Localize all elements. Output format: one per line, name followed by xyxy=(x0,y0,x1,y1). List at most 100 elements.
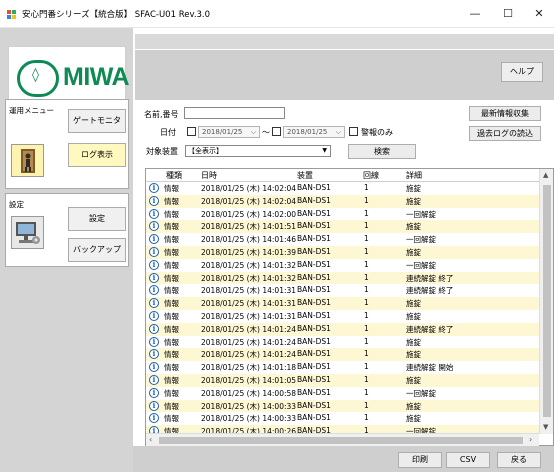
scroll-left-icon[interactable]: ‹ xyxy=(149,435,152,444)
row-datetime: 2018/01/25 (木) 14:01:32 xyxy=(201,273,297,283)
row-datetime: 2018/01/25 (木) 14:01:31 xyxy=(201,311,297,321)
row-device: BAN-DS1 xyxy=(297,285,331,295)
table-row[interactable]: i 情報 2018/01/25 (木) 14:00:26 BAN-DS1 1 一回解錠 xyxy=(146,425,539,433)
row-line: 1 xyxy=(364,426,369,433)
operation-menu-panel: 運用メニュー ゲートモニタ ログ表示 xyxy=(5,99,129,189)
door-person-icon xyxy=(11,144,44,177)
table-row[interactable]: i 情報 2018/01/25 (木) 14:02:00 BAN-DS1 1 一回解錠 xyxy=(146,208,539,221)
row-type: 情報 xyxy=(164,196,179,206)
table-row[interactable]: i 情報 2018/01/25 (木) 14:01:18 BAN-DS1 1 連続解錠 開… xyxy=(146,361,539,374)
alarm-only-checkbox[interactable] xyxy=(349,127,358,136)
gate-monitor-button[interactable]: ゲートモニタ xyxy=(68,109,126,133)
row-detail: 施錠 xyxy=(406,337,421,347)
row-line: 1 xyxy=(364,349,369,359)
scroll-right-icon[interactable]: › xyxy=(529,435,532,444)
left-sidebar: ◊ MIWA 運用メニュー ゲートモニタ ログ表示 設定 設定 バックアップ xyxy=(0,28,133,472)
row-detail: 施錠 xyxy=(406,247,421,257)
row-detail: 施錠 xyxy=(406,350,421,360)
alarm-only-label: 警報のみ xyxy=(361,128,393,137)
back-button[interactable]: 戻る xyxy=(497,452,541,468)
row-type: 情報 xyxy=(164,414,179,424)
row-datetime: 2018/01/25 (木) 14:01:32 xyxy=(201,260,297,270)
log-view-button[interactable]: ログ表示 xyxy=(68,143,126,167)
date-from-checkbox[interactable] xyxy=(187,127,196,136)
row-line: 1 xyxy=(364,272,369,282)
latest-info-button[interactable]: 最新情報収集 xyxy=(469,106,541,121)
info-icon: i xyxy=(149,272,159,283)
column-line[interactable]: 回線 xyxy=(363,170,379,181)
vertical-scroll-thumb[interactable] xyxy=(543,185,551,417)
table-body: i 情報 2018/01/25 (木) 14:02:04 BAN-DS1 1 施錠 i 情報 2… xyxy=(146,182,539,433)
date-to-checkbox[interactable] xyxy=(272,127,281,136)
row-type: 情報 xyxy=(164,273,179,283)
close-button[interactable]: ✕ xyxy=(524,4,554,24)
row-line: 1 xyxy=(364,208,369,218)
search-button[interactable]: 検索 xyxy=(348,144,416,159)
row-type: 情報 xyxy=(164,324,179,334)
table-row[interactable]: i 情報 2018/01/25 (木) 14:01:32 BAN-DS1 1 一回解錠 xyxy=(146,259,539,272)
table-row[interactable]: i 情報 2018/01/25 (木) 14:01:31 BAN-DS1 1 連続解錠 終… xyxy=(146,284,539,297)
row-type: 情報 xyxy=(164,427,179,433)
info-icon: i xyxy=(149,387,159,398)
table-row[interactable]: i 情報 2018/01/25 (木) 14:01:24 BAN-DS1 1 連続解錠 終… xyxy=(146,322,539,336)
vertical-scrollbar[interactable]: ▲ ▼ xyxy=(539,169,553,434)
table-row[interactable]: i 情報 2018/01/25 (木) 14:01:32 BAN-DS1 1 連続解錠 終… xyxy=(146,271,539,285)
settings-button[interactable]: 設定 xyxy=(68,207,126,231)
csv-button[interactable]: CSV xyxy=(446,452,490,468)
table-row[interactable]: i 情報 2018/01/25 (木) 14:00:33 BAN-DS1 1 施錠 xyxy=(146,412,539,425)
horizontal-scroll-thumb[interactable] xyxy=(159,437,523,444)
header-strip xyxy=(135,34,554,49)
scroll-up-icon[interactable]: ▲ xyxy=(543,171,548,179)
row-datetime: 2018/01/25 (木) 14:01:24 xyxy=(201,324,297,334)
log-table: 種類 日時 装置 回線 詳細 i 情報 2018/01/25 (木) 14:02:0… xyxy=(145,168,554,446)
info-icon: i xyxy=(149,298,159,309)
backup-button[interactable]: バックアップ xyxy=(68,238,126,262)
row-datetime: 2018/01/25 (木) 14:00:33 xyxy=(201,401,297,411)
row-line: 1 xyxy=(364,336,369,346)
table-row[interactable]: i 情報 2018/01/25 (木) 14:00:58 BAN-DS1 1 一回解錠 xyxy=(146,387,539,400)
row-line: 1 xyxy=(364,298,369,308)
table-row[interactable]: i 情報 2018/01/25 (木) 14:01:39 BAN-DS1 1 施錠 xyxy=(146,245,539,259)
minimize-button[interactable]: — xyxy=(460,4,490,24)
row-line: 1 xyxy=(364,195,369,205)
table-row[interactable]: i 情報 2018/01/25 (木) 14:01:31 BAN-DS1 1 施錠 xyxy=(146,297,539,310)
info-icon: i xyxy=(149,362,159,373)
info-icon: i xyxy=(149,310,159,321)
row-type: 情報 xyxy=(164,235,179,245)
table-row[interactable]: i 情報 2018/01/25 (木) 14:01:24 BAN-DS1 1 施錠 xyxy=(146,336,539,349)
target-device-select[interactable]: 【全表示】 ▼ xyxy=(185,145,331,157)
date-to-picker[interactable]: 2018/01/25 ⌵ xyxy=(283,126,345,138)
row-device: BAN-DS1 xyxy=(297,413,331,423)
column-device[interactable]: 装置 xyxy=(297,170,313,181)
name-number-input[interactable] xyxy=(184,107,285,119)
horizontal-scrollbar[interactable]: ‹ › xyxy=(146,433,539,446)
row-type: 情報 xyxy=(164,401,179,411)
column-type[interactable]: 種類 xyxy=(166,170,182,181)
table-row[interactable]: i 情報 2018/01/25 (木) 14:01:31 BAN-DS1 1 施錠 xyxy=(146,310,539,323)
date-from-picker[interactable]: 2018/01/25 ⌵ xyxy=(198,126,260,138)
table-row[interactable]: i 情報 2018/01/25 (木) 14:00:33 BAN-DS1 1 施錠 xyxy=(146,399,539,413)
row-type: 情報 xyxy=(164,311,179,321)
table-row[interactable]: i 情報 2018/01/25 (木) 14:01:51 BAN-DS1 1 施錠 xyxy=(146,220,539,234)
column-datetime[interactable]: 日時 xyxy=(201,170,217,181)
table-row[interactable]: i 情報 2018/01/25 (木) 14:01:05 BAN-DS1 1 施錠 xyxy=(146,373,539,387)
row-detail: 連続解錠 開始 xyxy=(406,363,454,373)
row-detail: 一回解錠 xyxy=(406,427,436,433)
help-button[interactable]: ヘルプ xyxy=(501,62,543,82)
maximize-button[interactable]: ☐ xyxy=(493,4,523,24)
info-icon: i xyxy=(149,183,159,193)
table-row[interactable]: i 情報 2018/01/25 (木) 14:02:04 BAN-DS1 1 施錠 xyxy=(146,182,539,195)
table-row[interactable]: i 情報 2018/01/25 (木) 14:02:04 BAN-DS1 1 施錠 xyxy=(146,194,539,208)
miwa-logo-text: MIWA xyxy=(63,63,130,91)
print-button[interactable]: 印刷 xyxy=(398,452,442,468)
bottom-bar: 印刷 CSV 戻る xyxy=(133,446,554,472)
row-datetime: 2018/01/25 (木) 14:01:24 xyxy=(201,350,297,360)
table-row[interactable]: i 情報 2018/01/25 (木) 14:01:24 BAN-DS1 1 施錠 xyxy=(146,348,539,362)
table-row[interactable]: i 情報 2018/01/25 (木) 14:01:46 BAN-DS1 1 一回解錠 xyxy=(146,233,539,246)
column-detail[interactable]: 詳細 xyxy=(406,170,422,181)
row-type: 情報 xyxy=(164,388,179,398)
past-log-button[interactable]: 過去ログの読込 xyxy=(469,126,541,141)
row-type: 情報 xyxy=(164,286,179,296)
scroll-down-icon[interactable]: ▼ xyxy=(543,423,548,431)
row-device: BAN-DS1 xyxy=(297,183,331,192)
